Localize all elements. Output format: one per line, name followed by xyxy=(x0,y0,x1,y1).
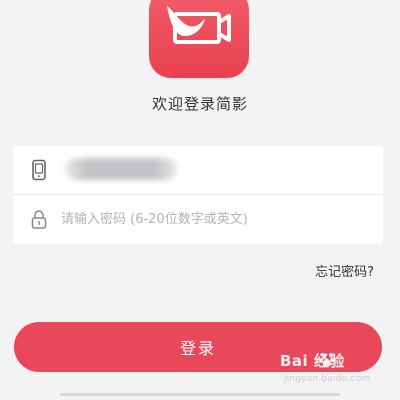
app-logo-icon xyxy=(149,0,249,78)
home-indicator xyxy=(60,393,340,396)
watermark-sub-text: jingyan.baidu.com xyxy=(284,374,371,384)
login-form-card xyxy=(13,146,383,244)
dove-video-icon xyxy=(167,6,231,44)
phone-icon xyxy=(32,159,46,181)
login-button[interactable]: 登录 xyxy=(14,322,382,372)
login-screen: 欢迎登录简影 忘记密码? 登录 Bai 经验 jingyan.baidu.com xyxy=(0,0,400,400)
lock-icon xyxy=(31,210,47,229)
password-field[interactable] xyxy=(13,195,383,243)
password-input[interactable] xyxy=(61,205,371,233)
forgot-password-link[interactable]: 忘记密码? xyxy=(315,261,374,280)
phone-field[interactable] xyxy=(13,146,383,194)
phone-number-redacted xyxy=(65,158,177,180)
welcome-title: 欢迎登录简影 xyxy=(151,95,248,113)
